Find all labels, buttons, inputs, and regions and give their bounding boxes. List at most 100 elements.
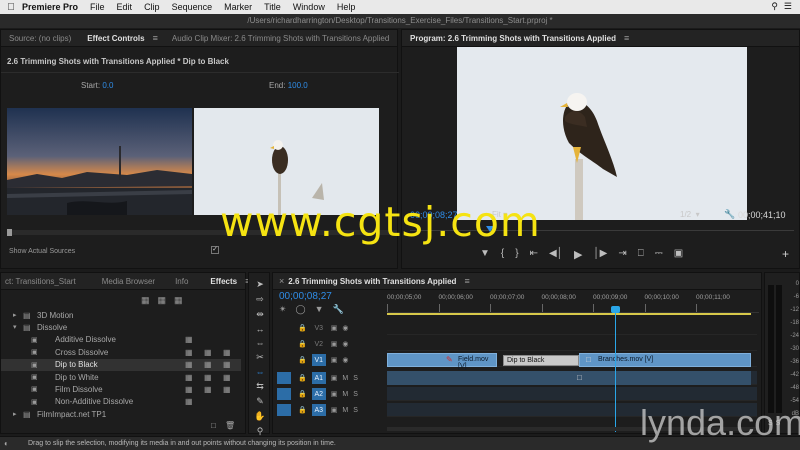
menu-clip[interactable]: Clip [144,2,160,12]
menu-file[interactable]: File [90,2,105,12]
transition-dip-to-black[interactable]: Dip to Black [503,355,579,366]
slide-tool-icon[interactable]: ⇆ [256,381,264,392]
menu-marker[interactable]: Marker [224,2,252,12]
accelerated-effects-icon[interactable]: ▦ [141,295,150,306]
add-button-icon[interactable]: + [782,247,789,261]
mark-out-icon[interactable]: } [515,248,518,261]
add-marker-icon[interactable]: ▼ [315,304,324,315]
rate-stretch-tool-icon[interactable]: ⇔ [256,338,265,348]
source-patch[interactable] [277,404,291,416]
lock-icon[interactable]: 🔒 [298,356,307,364]
effects-tree-item[interactable]: ▣ Non-Additive Dissolve ▦ [1,396,241,408]
tab-project[interactable]: ct: Transitions_Start [1,277,84,286]
lock-icon[interactable]: 🔒 [298,324,307,332]
tab-media-browser[interactable]: Media Browser [94,277,163,286]
tab-source[interactable]: Source: (no clips) [1,34,79,43]
track-lane-v2[interactable] [387,337,757,351]
menu-window[interactable]: Window [293,2,325,12]
track-target-a3[interactable]: A3 [311,404,326,416]
play-icon[interactable]: ▶ [574,248,582,261]
new-bin-icon[interactable]: □ [211,421,216,430]
track-target-v1[interactable]: V1 [311,354,326,366]
menu-sequence[interactable]: Sequence [172,2,213,12]
sync-lock-icon[interactable]: ▣ [331,356,338,364]
eye-icon[interactable]: ◉ [342,324,348,332]
export-frame-icon[interactable]: ▣ [674,248,683,261]
tab-sequence[interactable]: 2.6 Trimming Shots with Transitions Appl… [284,277,464,286]
lift-icon[interactable]: ⎕ [638,248,644,261]
resolution-dropdown[interactable]: 1/2 ▾ [680,210,700,219]
lock-icon[interactable]: 🔒 [298,406,307,414]
track-target-v3[interactable]: V3 [312,322,326,334]
selection-tool-icon[interactable]: ➤ [256,279,264,290]
mute-button[interactable]: M [342,407,348,414]
tab-program[interactable]: Program: 2.6 Trimming Shots with Transit… [402,34,624,43]
end-value[interactable]: 100.0 [288,81,308,90]
panel-menu-icon[interactable]: ≡ [624,33,629,43]
tab-effects[interactable]: Effects [202,277,245,286]
menu-title[interactable]: Title [264,2,281,12]
eye-icon[interactable]: ◉ [342,340,348,348]
tab-audio-clip-mixer[interactable]: Audio Clip Mixer: 2.6 Trimming Shots wit… [164,34,397,43]
wrench-icon[interactable]: 🔧 [724,209,735,220]
time-ruler[interactable]: 00;00;05;00 00;00;06;00 00;00;07;00 00;00;0… [387,291,759,313]
timeline-timecode[interactable]: 00;00;08;27 [279,291,332,302]
effects-tree-item[interactable]: ▣ Cross Dissolve ▦ ▦ ▦ [1,346,241,358]
slip-tool-icon[interactable]: ⇔ [256,367,265,377]
tab-info[interactable]: Info [167,277,196,286]
effects-tree-item[interactable]: ▣ Additive Dissolve ▦ [1,334,241,346]
audio-clip-a1[interactable] [387,371,751,385]
app-menu[interactable]: Premiere Pro [22,2,78,12]
lock-icon[interactable]: 🔒 [298,390,307,398]
step-back-icon[interactable]: ◀│ [549,248,563,261]
source-patch[interactable] [277,322,291,334]
timeline-settings-icon[interactable]: 🔧 [333,304,344,315]
extract-icon[interactable]: ⎓ [655,248,663,261]
mark-in-icon[interactable]: { [501,248,504,261]
rolling-edit-tool-icon[interactable]: ↔ [256,324,265,334]
mute-button[interactable]: M [342,375,348,382]
track-select-tool-icon[interactable]: ⇨ [256,294,264,305]
search-icon[interactable]: ⚲ [771,1,778,12]
slider-handle[interactable] [7,229,12,236]
hand-tool-icon[interactable]: ✋ [254,411,265,422]
effects-tree-item[interactable]: ▸ ▤ FilmImpact.net TP1 [1,408,241,420]
timeline-playhead[interactable] [615,306,616,432]
menu-help[interactable]: Help [337,2,356,12]
clip-field[interactable]: ✎ Field.mov [V] [387,353,497,370]
effects-tree-item[interactable]: ▸ ▤ 3D Motion [1,309,241,321]
source-patch[interactable] [277,388,291,400]
lock-icon[interactable]: 🔒 [298,340,307,348]
menu-edit[interactable]: Edit [117,2,133,12]
playhead-head-icon[interactable] [611,306,620,313]
panel-menu-icon[interactable]: ≡ [153,33,158,43]
effects-tree-item[interactable]: ▣ Film Dissolve ▦ ▦ ▦ [1,383,241,395]
effects-tree-item[interactable]: ▣ Dip to Black ▦ ▦ ▦ [1,358,241,371]
track-lane-v3[interactable] [387,321,757,335]
sync-lock-icon[interactable]: ▣ [331,406,338,414]
go-to-out-icon[interactable]: ⇥ [618,248,626,261]
start-value[interactable]: 0.0 [102,81,113,90]
linked-selection-icon[interactable]: ◯ [296,304,306,315]
disclosure-open-icon[interactable]: ▾ [13,323,23,331]
ripple-edit-tool-icon[interactable]: ⇹ [256,309,264,320]
track-target-a1[interactable]: A1 [311,372,326,384]
track-lane-a2[interactable] [387,387,757,401]
pen-tool-icon[interactable]: ✎ [256,396,264,407]
effects-tree-item[interactable]: ▾ ▤ Dissolve [1,321,241,333]
source-patch[interactable] [277,338,291,350]
track-target-a2[interactable]: A2 [311,388,326,400]
effects-tree-item[interactable]: ▣ Dip to White ▦ ▦ ▦ [1,371,241,383]
disclosure-closed-icon[interactable]: ▸ [13,311,23,319]
apple-icon[interactable]:  [0,2,22,13]
panel-menu-icon[interactable]: ≡ [464,276,469,286]
step-forward-icon[interactable]: │▶ [593,248,607,261]
track-target-v2[interactable]: V2 [312,338,326,350]
lock-icon[interactable]: 🔒 [298,374,307,382]
clip-branches[interactable]: □ Branches.mov [V] [579,353,751,367]
snap-icon[interactable]: ✴ [279,304,287,315]
sync-lock-icon[interactable]: ▣ [331,324,338,332]
solo-button[interactable]: S [353,391,358,398]
32bit-effects-icon[interactable]: ▦ [158,295,167,306]
go-to-in-icon[interactable]: ⇤ [530,248,538,261]
